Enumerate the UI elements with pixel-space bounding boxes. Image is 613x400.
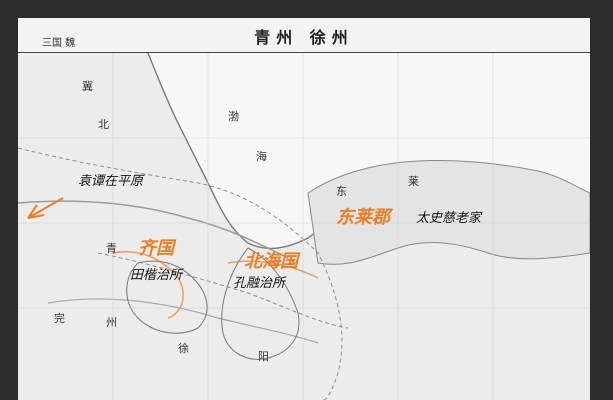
place-label: 完 (54, 312, 65, 325)
map-title: 青州 徐州 (254, 28, 354, 47)
place-label: 渤 (228, 110, 239, 123)
place-label: 莱 (408, 175, 419, 188)
place-label: 阳 (258, 350, 269, 363)
tian-kai-annotation: 田楷治所 (130, 268, 183, 283)
place-label: 州 (106, 316, 117, 329)
place-label: 北 (98, 118, 109, 131)
place-label: 冀 (82, 80, 93, 93)
taishi-annotation: 太史慈老家 (416, 211, 482, 226)
place-label: 东 (336, 185, 347, 198)
kong-rong-annotation: 孔融治所 (233, 276, 286, 291)
place-label: 青 (106, 242, 117, 255)
map-area (18, 53, 590, 400)
map-page: 三国 魏 青州 徐州 冀 北 渤 海 东 莱 青 州 徐 阳 完 袁谭在平原 东… (18, 18, 590, 400)
beihai-annotation: 北海国 (244, 251, 298, 272)
place-label: 海 (256, 150, 267, 163)
yuan-tan-annotation: 袁谭在平原 (78, 174, 144, 189)
donglai-annotation: 东莱郡 (336, 207, 390, 228)
map-header: 三国 魏 青州 徐州 (18, 18, 590, 53)
qiguo-annotation: 齐国 (138, 238, 174, 259)
place-label: 徐 (178, 342, 189, 355)
